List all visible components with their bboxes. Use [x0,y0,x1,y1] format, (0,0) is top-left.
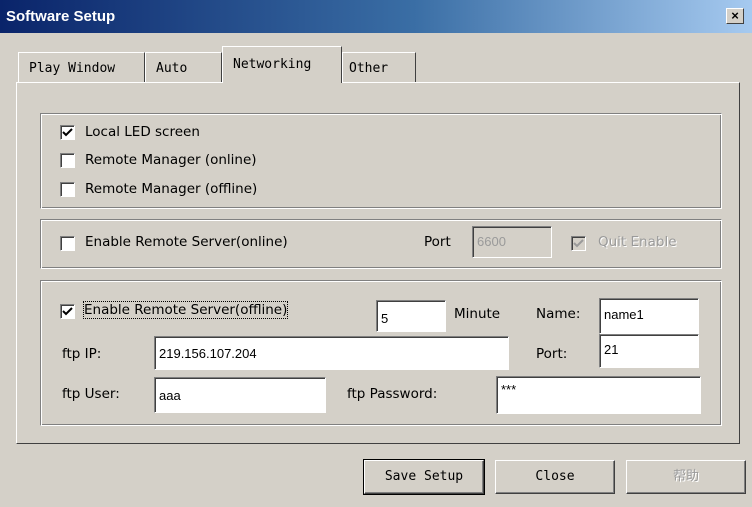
remote-manager-online-checkbox[interactable] [60,153,75,168]
ftp-user-input[interactable]: aaa [154,377,326,413]
online-port-label: Port [424,234,451,250]
help-button[interactable]: 帮助 [626,460,746,494]
checkmark-icon [62,128,73,137]
enable-offline-server-label: Enable Remote Server(offline) [82,301,289,319]
remote-manager-offline-checkbox[interactable] [60,182,75,197]
ftp-port-label: Port: [536,346,568,362]
remote-manager-online-label: Remote Manager (online) [85,152,257,168]
ftp-user-label: ftp User: [62,386,120,402]
minute-label: Minute [454,306,501,322]
title-bar: Software Setup × [0,0,752,33]
remote-manager-offline-label: Remote Manager (offline) [85,181,258,197]
enable-online-server-checkbox[interactable] [60,236,75,251]
tab-auto-label: Auto [156,61,188,76]
close-window-button[interactable]: × [726,8,744,24]
tab-networking[interactable]: Networking [222,46,342,83]
save-setup-button[interactable]: Save Setup [363,459,485,495]
checkmark-icon [62,307,73,316]
tab-other[interactable]: Other [342,52,416,82]
tab-networking-label: Networking [233,57,312,72]
quit-enable-label: Quit Enable [598,234,677,250]
ftp-password-input[interactable]: *** [496,376,701,414]
local-led-checkbox[interactable] [60,125,75,140]
tab-play-window-label: Play Window [29,61,116,76]
enable-offline-server-checkbox[interactable] [60,304,75,319]
ftp-ip-input[interactable]: 219.156.107.204 [154,336,509,370]
quit-enable-checkbox[interactable] [571,236,586,251]
close-button[interactable]: Close [495,460,615,494]
ftp-password-label: ftp Password: [347,386,438,402]
minutes-input[interactable]: 5 [376,300,446,332]
tab-auto[interactable]: Auto [145,52,222,82]
close-icon: × [731,8,739,23]
name-label: Name: [536,306,581,322]
tab-play-window[interactable]: Play Window [18,52,145,82]
name-input[interactable]: name1 [599,298,699,334]
ftp-ip-label: ftp IP: [62,346,102,362]
ftp-port-input[interactable]: 21 [599,334,699,368]
checkmark-icon [573,239,584,248]
tab-other-label: Other [349,61,389,76]
window-title: Software Setup [6,8,116,25]
enable-online-server-label: Enable Remote Server(online) [85,234,288,250]
online-port-input[interactable]: 6600 [472,226,552,258]
local-led-label: Local LED screen [85,124,200,140]
